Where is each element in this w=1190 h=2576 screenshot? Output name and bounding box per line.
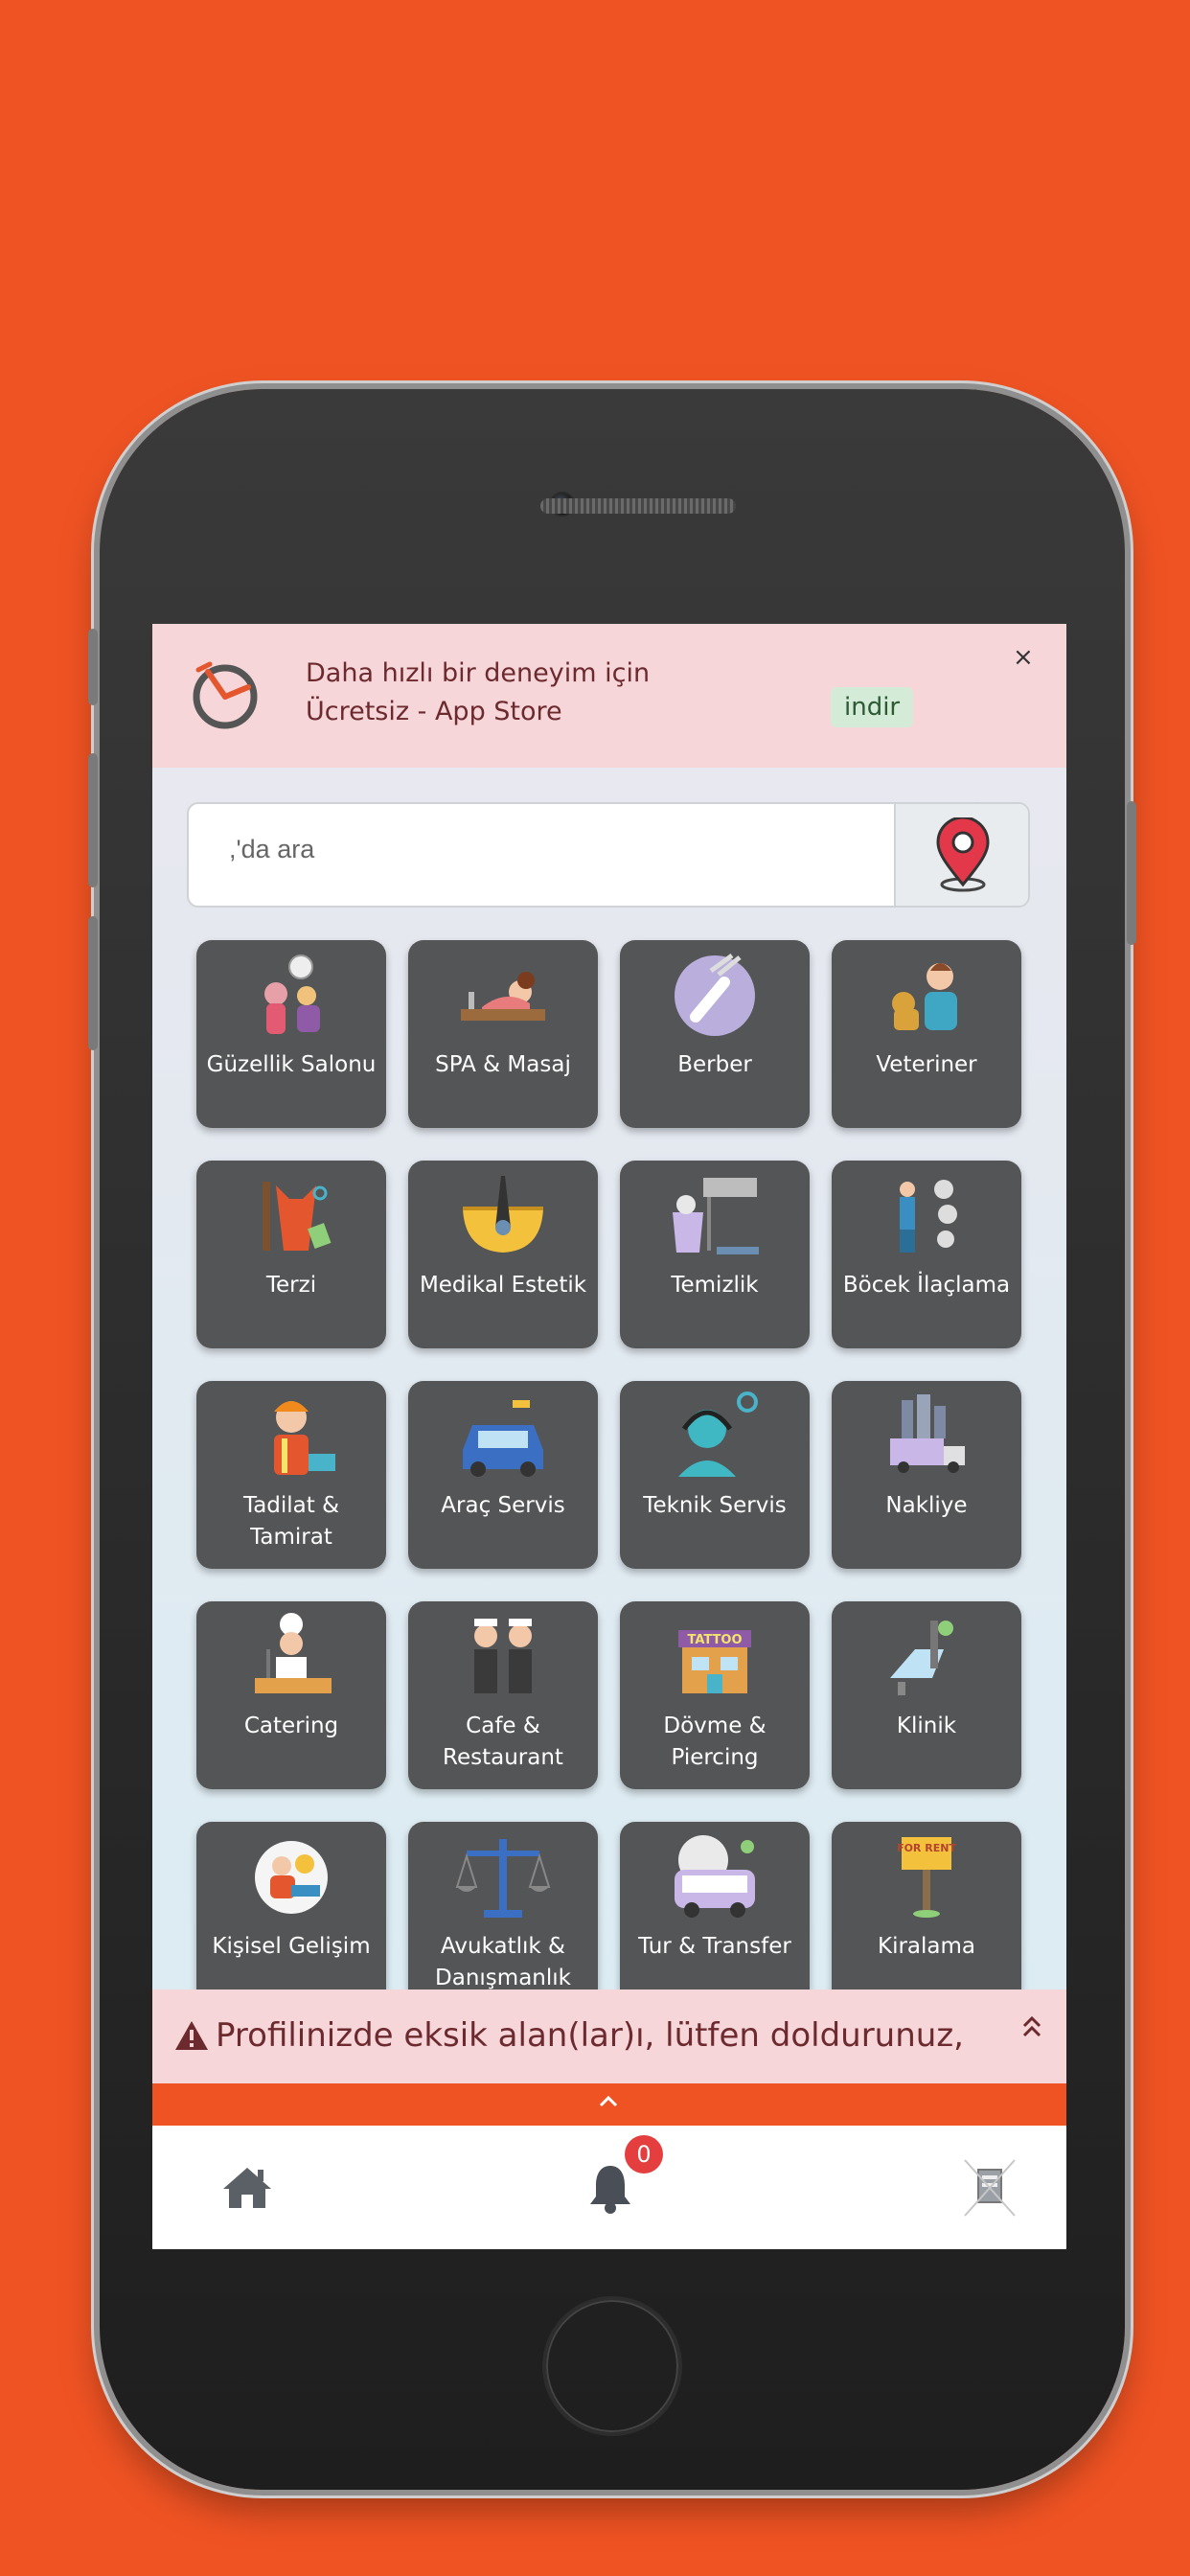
- phone-mute-switch: [88, 629, 98, 705]
- banner-close-button[interactable]: ×: [1013, 643, 1034, 672]
- repair-worker-icon: [274, 1401, 335, 1475]
- no-card-icon[interactable]: [961, 2156, 1018, 2220]
- personal-development-icon: [255, 1841, 328, 1914]
- veterinarian-icon: [892, 963, 957, 1030]
- category-tile[interactable]: Catering: [196, 1601, 386, 1789]
- category-label: Güzellik Salonu: [206, 1052, 377, 1077]
- tour-bus-icon: [675, 1835, 755, 1918]
- category-tile[interactable]: SPA & Masaj: [408, 940, 598, 1128]
- warning-icon: [175, 2021, 208, 2050]
- bottom-navigation: 0: [152, 2126, 1066, 2249]
- category-label: Cafe & Restaurant: [443, 1714, 563, 1770]
- search-bar: ,'da ara: [187, 802, 1030, 908]
- rent-sign-text: FOR RENT: [897, 1842, 956, 1854]
- category-tile[interactable]: Böcek İlaçlama: [832, 1161, 1021, 1348]
- category-tile[interactable]: Araç Servis: [408, 1381, 598, 1569]
- category-tile[interactable]: Avukatlık & Danışmanlık: [408, 1822, 598, 2010]
- category-label: Klinik: [896, 1714, 957, 1738]
- category-tile[interactable]: Terzi: [196, 1161, 386, 1348]
- location-button[interactable]: [894, 804, 1028, 906]
- notification-badge: 0: [625, 2135, 663, 2174]
- cleaning-icon: [673, 1178, 759, 1254]
- pest-control-icon: [900, 1180, 957, 1253]
- expand-bar[interactable]: [152, 2083, 1066, 2126]
- category-label: Araç Servis: [441, 1493, 565, 1518]
- medical-aesthetic-icon: [463, 1176, 543, 1253]
- law-scales-icon: [455, 1839, 551, 1918]
- category-label: Böcek İlaçlama: [842, 1273, 1011, 1298]
- alert-message: Profilinizde eksik alan(lar)ı, lütfen do…: [216, 2016, 964, 2055]
- for-rent-sign-icon: FOR RENT: [897, 1837, 956, 1918]
- tattoo-shop-icon: TATTOO: [678, 1630, 751, 1693]
- chevron-up-icon: [599, 2095, 618, 2107]
- technical-support-icon: [678, 1392, 758, 1477]
- location-pin-icon: [936, 817, 990, 892]
- category-label: Temizlik: [671, 1273, 759, 1298]
- category-tile[interactable]: Berber: [620, 940, 810, 1128]
- category-tile[interactable]: Tur & Transfer: [620, 1822, 810, 2010]
- banner-line1: Daha hızlı bir deneyim için: [306, 658, 651, 688]
- category-label: Teknik Servis: [643, 1493, 787, 1518]
- category-label: Berber: [677, 1052, 752, 1077]
- home-icon[interactable]: [221, 2164, 273, 2210]
- car-service-icon: [463, 1400, 543, 1477]
- category-tile[interactable]: Klinik: [832, 1601, 1021, 1789]
- category-tile[interactable]: Tadilat & Tamirat: [196, 1381, 386, 1569]
- phone-volume-up: [88, 753, 98, 887]
- search-input[interactable]: ,'da ara: [229, 835, 314, 864]
- app-store-banner: Daha hızlı bir deneyim için Ücretsiz - A…: [152, 624, 1066, 768]
- clock-logo-icon: [193, 661, 258, 729]
- category-label: Kiralama: [877, 1934, 975, 1959]
- category-tile[interactable]: TATTOO Dövme & Piercing: [620, 1601, 810, 1789]
- phone-frame: Daha hızlı bir deneyim için Ücretsiz - A…: [88, 389, 1136, 2490]
- category-label: Veteriner: [876, 1052, 977, 1077]
- category-label: Avukatlık & Danışmanlık: [435, 1934, 571, 1990]
- chef-catering-icon: [255, 1613, 332, 1693]
- bell-icon[interactable]: [588, 2162, 632, 2214]
- app-screen: Daha hızlı bir deneyim için Ücretsiz - A…: [152, 624, 1066, 2249]
- download-button[interactable]: indir: [831, 687, 914, 727]
- category-label: SPA & Masaj: [435, 1052, 571, 1077]
- category-tile[interactable]: Güzellik Salonu: [196, 940, 386, 1128]
- category-label: Kişisel Gelişim: [212, 1934, 371, 1959]
- category-label: Terzi: [265, 1273, 317, 1298]
- category-label: Tur & Transfer: [638, 1934, 791, 1959]
- category-tile[interactable]: Cafe & Restaurant: [408, 1601, 598, 1789]
- barber-razor-icon: [675, 953, 755, 1036]
- phone-volume-down: [88, 916, 98, 1050]
- moving-truck-icon: [890, 1394, 965, 1473]
- category-tile[interactable]: FOR RENT Kiralama: [832, 1822, 1021, 2010]
- cafe-restaurant-icon: [474, 1619, 532, 1693]
- category-label: Tadilat & Tamirat: [242, 1493, 340, 1550]
- category-label: Medikal Estetik: [419, 1273, 587, 1298]
- category-tile[interactable]: Kişisel Gelişim: [196, 1822, 386, 2010]
- category-tile[interactable]: Nakliye: [832, 1381, 1021, 1569]
- spa-massage-icon: [461, 972, 545, 1021]
- dental-clinic-icon: [890, 1621, 953, 1695]
- category-tile[interactable]: Teknik Servis: [620, 1381, 810, 1569]
- phone-power-button: [1127, 801, 1136, 945]
- category-tile[interactable]: Temizlik: [620, 1161, 810, 1348]
- home-button[interactable]: [542, 2296, 682, 2436]
- category-label: Dövme & Piercing: [663, 1714, 767, 1770]
- category-label: Catering: [243, 1714, 339, 1738]
- tattoo-sign-text: TATTOO: [687, 1633, 742, 1647]
- earpiece-speaker: [540, 498, 736, 514]
- double-chevron-up-icon[interactable]: [1020, 2014, 1043, 2039]
- category-tile[interactable]: Veteriner: [832, 940, 1021, 1128]
- tailor-icon: [263, 1182, 332, 1251]
- beauty-salon-icon: [264, 954, 320, 1034]
- category-label: Nakliye: [885, 1493, 968, 1518]
- profile-alert[interactable]: Profilinizde eksik alan(lar)ı, lütfen do…: [152, 1990, 1066, 2083]
- category-tile[interactable]: Medikal Estetik: [408, 1161, 598, 1348]
- banner-line2: Ücretsiz - App Store: [306, 697, 562, 726]
